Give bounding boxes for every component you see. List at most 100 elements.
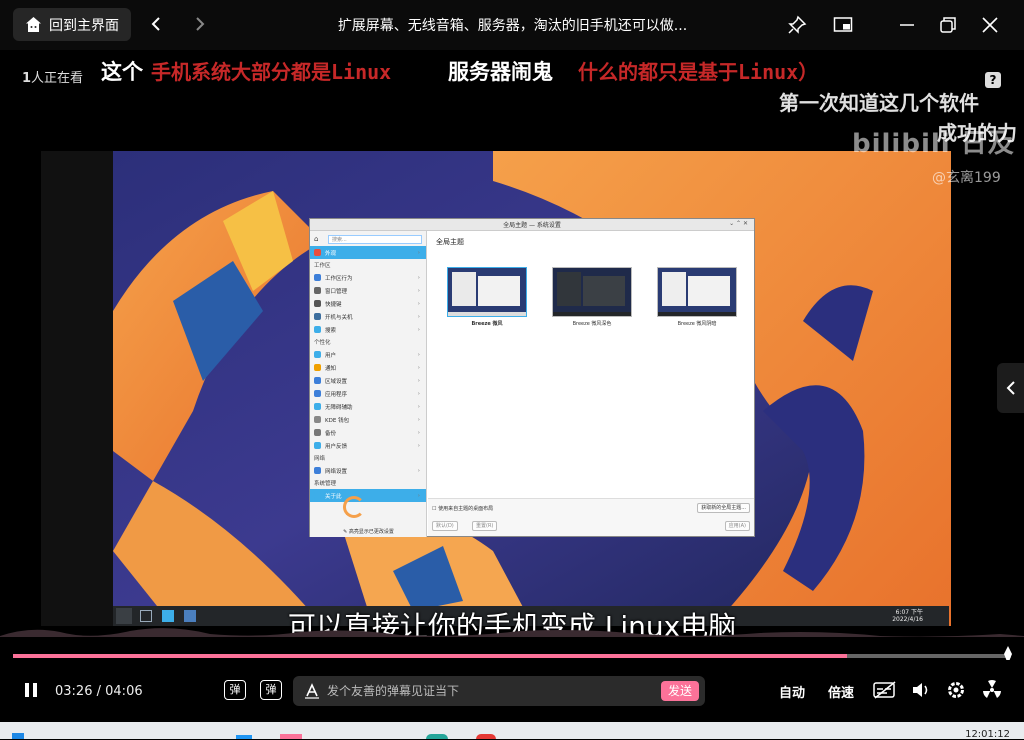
kde-category-icon (314, 351, 321, 358)
kde-category-icon (314, 249, 321, 256)
radiation-icon (983, 680, 1001, 698)
home-label: 回到主界面 (49, 17, 119, 34)
kde-sidebar-item[interactable]: 快捷键 › (310, 297, 426, 310)
kde-sidebar-item[interactable]: 备份 › (310, 426, 426, 439)
chevron-left-icon (1006, 381, 1015, 395)
quality-button[interactable]: 自动 (779, 682, 805, 701)
kde-sidebar-item[interactable]: 区域设置 › (310, 374, 426, 387)
kde-sidebar-item[interactable]: 用户反馈 › (310, 439, 426, 452)
mini-window-button[interactable] (829, 12, 857, 38)
restore-button[interactable] (934, 12, 962, 38)
kde-sidebar-item[interactable]: 搜索 › (310, 323, 426, 336)
danmaku-input[interactable] (327, 676, 647, 706)
kde-category-icon (314, 403, 321, 410)
help-icon[interactable]: ? (985, 72, 1001, 88)
video-frame[interactable]: 全局主题 — 系统设置 ⌄ ⌃ ✕ ⌂ 搜索... 外观 › 工作区 工作区行为 › 窗口… (41, 151, 951, 626)
minimize-button[interactable] (893, 12, 921, 38)
side-panel-toggle[interactable] (997, 363, 1024, 413)
kde-sidebar-item-label: 用户反馈 (325, 443, 348, 450)
kde-category-icon (314, 442, 321, 449)
kde-sidebar-item[interactable]: KDE 钱包 › (310, 413, 426, 426)
chevron-right-icon: › (417, 377, 420, 384)
kde-category-icon (314, 467, 321, 474)
kde-sidebar-category: 系统管理 (314, 481, 337, 487)
kde-sidebar-item[interactable]: 窗口管理 › (310, 284, 426, 297)
pin-icon (788, 15, 807, 34)
current-time: 03:26 (55, 684, 93, 699)
chevron-right-icon: › (417, 467, 420, 474)
speed-button[interactable]: 倍速 (828, 682, 854, 701)
chevron-right-icon: › (417, 492, 420, 499)
danmaku-message[interactable]: 服务器闹鬼 (448, 56, 553, 86)
chevron-right-icon: › (417, 403, 420, 410)
back-icon (151, 17, 160, 31)
pause-button[interactable] (24, 682, 38, 702)
taskbar-app-icon[interactable] (426, 734, 448, 739)
kde-window-controls[interactable]: ⌄ ⌃ ✕ (729, 220, 748, 227)
kde-sidebar-item-label: 用户 (325, 352, 337, 359)
kde-sidebar-item[interactable]: 应用程序 › (310, 387, 426, 400)
kde-category-icon (314, 377, 321, 384)
forward-button[interactable] (188, 12, 212, 38)
home-icon (26, 17, 41, 32)
kde-category-icon (314, 429, 321, 436)
danmaku-message[interactable]: 手机系统大部分都是Linux (151, 56, 391, 85)
kde-sidebar-item-label: 区域设置 (325, 378, 348, 385)
danmaku-message[interactable]: 这个 (101, 56, 143, 86)
kde-search-input[interactable]: 搜索... (328, 235, 422, 244)
windows-start-icon[interactable] (12, 733, 24, 739)
taskbar-bilibili-icon[interactable] (280, 734, 302, 739)
taskbar-app-icon[interactable] (476, 734, 496, 739)
taskbar-app-icon[interactable] (236, 735, 252, 739)
kde-sidebar-item-label: 工作区行为 (325, 275, 353, 282)
high-energy-waveform (0, 628, 1024, 637)
kde-sidebar-item[interactable]: 网络设置 › (310, 464, 426, 477)
kde-sidebar-item[interactable]: 外观 › (310, 246, 426, 259)
settings-button[interactable] (946, 680, 966, 704)
kde-sidebar-item-label: 开机与关机 (325, 314, 353, 321)
special-effect-button[interactable] (982, 680, 1002, 704)
back-button[interactable] (144, 12, 168, 38)
theme-card-breeze-twilight[interactable]: Breeze 微风阴暗 (657, 267, 737, 327)
danmaku-input-box: 发送 (293, 676, 705, 706)
apply-button[interactable]: 应用(A) (724, 521, 750, 531)
kde-sidebar-item-label: KDE 钱包 (325, 417, 350, 424)
send-danmaku-button[interactable]: 发送 (661, 681, 699, 701)
kde-sidebar-item[interactable]: 开机与关机 › (310, 310, 426, 323)
volume-button[interactable] (911, 681, 931, 703)
pin-button[interactable] (783, 12, 811, 38)
desktop-layout-checkbox[interactable]: ☐ 使用来自主题的桌面布局 (432, 505, 493, 512)
subtitle-button[interactable] (873, 681, 897, 703)
get-new-themes-button[interactable]: 获取新的全局主题... (697, 503, 750, 513)
reset-button[interactable]: 重置(R) (472, 521, 498, 531)
default-button[interactable]: 默认(D) (432, 521, 458, 531)
kde-sidebar-item[interactable]: 用户 › (310, 348, 426, 361)
kde-sidebar-item[interactable]: 无障碍辅助 › (310, 400, 426, 413)
home-button[interactable]: 回到主界面 (13, 8, 131, 41)
kde-sidebar-item-label: 搜索 (325, 327, 337, 334)
kde-sidebar-category: 工作区 (314, 263, 331, 269)
close-button[interactable] (976, 12, 1004, 38)
danmaku-message[interactable]: 什么的都只是基于Linux） (578, 56, 818, 85)
text-style-icon[interactable] (304, 683, 320, 699)
danmaku-toggle-icon[interactable]: 弹 (224, 680, 246, 700)
chevron-right-icon: › (417, 326, 420, 333)
kde-page-heading: 全局主题 (436, 238, 464, 246)
kde-sidebar-item[interactable]: 关于此 › (310, 489, 426, 502)
danmaku-message[interactable]: 第一次知道这几个软件 (779, 87, 979, 116)
kde-sidebar-item-label: 备份 (325, 430, 337, 437)
kde-home-icon[interactable]: ⌂ (314, 235, 318, 243)
kde-highlight-changed[interactable]: ✎ 高亮显示已更改设置 (310, 528, 427, 535)
kde-sidebar-item[interactable]: 通知 › (310, 361, 426, 374)
touch-indicator (343, 496, 365, 518)
kde-sidebar-item[interactable]: 工作区行为 › (310, 271, 426, 284)
progress-bar[interactable] (13, 646, 1012, 664)
chevron-right-icon: › (417, 429, 420, 436)
video-viewer[interactable]: 1人正在看 全局主题 — 系统设置 ⌄ ⌃ ✕ ⌂ 搜索... 外观 › 工作区… (0, 50, 1024, 637)
theme-card-breeze-dark[interactable]: Breeze 微风深色 (552, 267, 632, 327)
theme-card-breeze[interactable]: Breeze 微风 (447, 267, 527, 327)
kde-sidebar-item-label: 关于此 (325, 493, 342, 500)
danmaku-settings-icon[interactable]: 弹 (260, 680, 282, 700)
kde-sidebar-category: 网络 (314, 456, 326, 462)
kde-category-icon (314, 313, 321, 320)
